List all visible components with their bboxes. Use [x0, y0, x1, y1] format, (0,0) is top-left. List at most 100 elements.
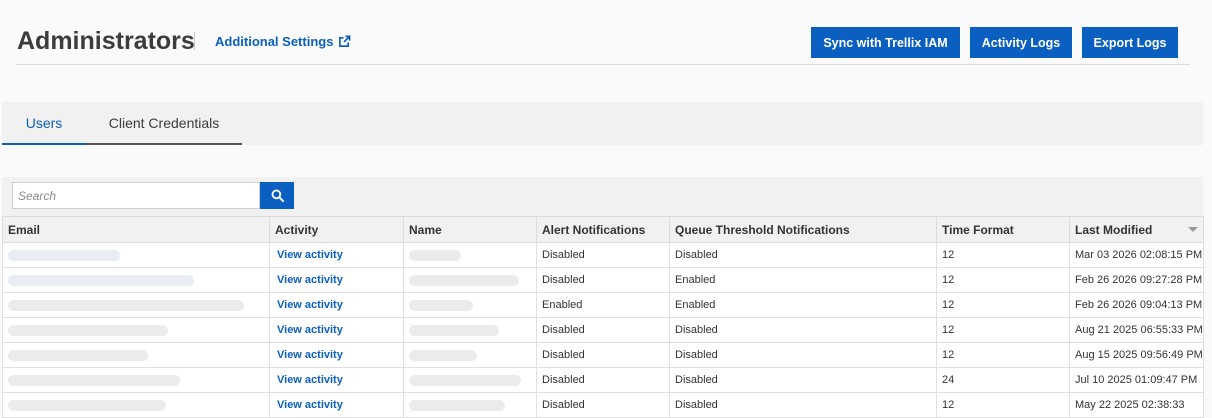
redacted-email: [8, 374, 180, 386]
external-link-icon: [339, 35, 351, 47]
activity-cell: View activity: [269, 267, 404, 293]
column-header-email[interactable]: Email: [2, 216, 270, 243]
email-cell[interactable]: [2, 367, 270, 393]
queue-cell: Disabled: [669, 342, 937, 368]
search-button[interactable]: [260, 182, 294, 209]
view-activity-link[interactable]: View activity: [277, 324, 343, 336]
table-row: View activity Disabled Disabled 12 May 2…: [2, 392, 1204, 418]
table-row: View activity Disabled Enabled 12 Feb 26…: [2, 267, 1204, 293]
column-header-alert-notifications[interactable]: Alert Notifications: [536, 216, 670, 243]
view-activity-link[interactable]: View activity: [277, 399, 343, 411]
redacted-email: [8, 249, 120, 261]
redacted-name: [409, 299, 473, 311]
activity-cell: View activity: [269, 292, 404, 318]
tab-bar: Users Client Credentials: [2, 102, 1203, 145]
queue-cell: Enabled: [669, 292, 937, 318]
alert-cell: Disabled: [536, 392, 670, 418]
table-row: View activity Disabled Disabled 12 Mar 0…: [2, 242, 1204, 268]
page-header: Administrators Additional Settings Sync …: [0, 0, 1212, 66]
table-row: View activity Disabled Disabled 24 Jul 1…: [2, 367, 1204, 393]
name-cell: [403, 292, 537, 318]
time-format-cell: 12: [936, 292, 1070, 318]
view-activity-link[interactable]: View activity: [277, 349, 343, 361]
redacted-email: [8, 299, 244, 311]
activity-cell: View activity: [269, 317, 404, 343]
name-cell: [403, 267, 537, 293]
queue-cell: Disabled: [669, 392, 937, 418]
tab-client-credentials[interactable]: Client Credentials: [86, 102, 242, 145]
title-divider: [194, 32, 195, 50]
last-modified-label: Last Modified: [1075, 222, 1153, 237]
table-row: View activity Enabled Enabled 12 Feb 26 …: [2, 292, 1204, 318]
redacted-email: [8, 274, 194, 286]
alert-cell: Disabled: [536, 242, 670, 268]
alert-cell: Disabled: [536, 267, 670, 293]
redacted-name: [409, 274, 519, 286]
email-cell[interactable]: [2, 267, 270, 293]
name-cell: [403, 317, 537, 343]
time-format-cell: 12: [936, 267, 1070, 293]
last-modified-cell: Aug 15 2025 09:56:49 PM: [1069, 342, 1204, 368]
activity-cell: View activity: [269, 242, 404, 268]
tab-users[interactable]: Users: [2, 102, 86, 145]
search-input[interactable]: [12, 182, 260, 209]
sort-down-icon: [1188, 227, 1198, 232]
activity-cell: View activity: [269, 392, 404, 418]
name-cell: [403, 242, 537, 268]
table-header-row: Email Activity Name Alert Notifications …: [2, 216, 1204, 243]
queue-cell: Disabled: [669, 242, 937, 268]
view-activity-link[interactable]: View activity: [277, 274, 343, 286]
redacted-email: [8, 399, 166, 411]
export-logs-button[interactable]: Export Logs: [1082, 27, 1178, 58]
column-header-time-format[interactable]: Time Format: [936, 216, 1070, 243]
additional-settings-label: Additional Settings: [215, 34, 334, 49]
time-format-cell: 12: [936, 242, 1070, 268]
last-modified-cell: Mar 03 2026 02:08:15 PM: [1069, 242, 1204, 268]
view-activity-link[interactable]: View activity: [277, 249, 343, 261]
time-format-cell: 24: [936, 367, 1070, 393]
redacted-name: [409, 249, 461, 261]
view-activity-link[interactable]: View activity: [277, 299, 343, 311]
redacted-name: [409, 399, 505, 411]
redacted-name: [409, 324, 499, 336]
redacted-name: [409, 349, 477, 361]
sync-iam-button[interactable]: Sync with Trellix IAM: [811, 27, 960, 58]
name-cell: [403, 367, 537, 393]
alert-cell: Enabled: [536, 292, 670, 318]
redacted-email: [8, 324, 168, 336]
activity-logs-button[interactable]: Activity Logs: [970, 27, 1072, 58]
last-modified-cell: Jul 10 2025 01:09:47 PM: [1069, 367, 1204, 393]
view-activity-link[interactable]: View activity: [277, 374, 343, 386]
alert-cell: Disabled: [536, 342, 670, 368]
email-cell[interactable]: [2, 392, 270, 418]
users-table-panel: Email Activity Name Alert Notifications …: [2, 177, 1204, 418]
column-header-queue-threshold[interactable]: Queue Threshold Notifications: [669, 216, 937, 243]
additional-settings-link[interactable]: Additional Settings: [215, 34, 351, 49]
activity-cell: View activity: [269, 342, 404, 368]
page-title: Administrators: [17, 27, 195, 55]
column-header-name[interactable]: Name: [403, 216, 537, 243]
table-row: View activity Disabled Disabled 12 Aug 2…: [2, 317, 1204, 343]
last-modified-cell: Feb 26 2026 09:04:13 PM: [1069, 292, 1204, 318]
redacted-name: [409, 374, 521, 386]
table-row: View activity Disabled Disabled 12 Aug 1…: [2, 342, 1204, 368]
email-cell[interactable]: [2, 292, 270, 318]
search-icon: [271, 189, 284, 202]
email-cell[interactable]: [2, 317, 270, 343]
queue-cell: Disabled: [669, 367, 937, 393]
column-header-activity[interactable]: Activity: [269, 216, 404, 243]
header-divider: [16, 64, 1190, 65]
last-modified-cell: Aug 21 2025 06:55:33 PM: [1069, 317, 1204, 343]
activity-cell: View activity: [269, 367, 404, 393]
email-cell[interactable]: [2, 242, 270, 268]
time-format-cell: 12: [936, 317, 1070, 343]
time-format-cell: 12: [936, 392, 1070, 418]
last-modified-cell: Feb 26 2026 09:27:28 PM: [1069, 267, 1204, 293]
email-cell[interactable]: [2, 342, 270, 368]
alert-cell: Disabled: [536, 367, 670, 393]
time-format-cell: 12: [936, 342, 1070, 368]
queue-cell: Enabled: [669, 267, 937, 293]
column-header-last-modified[interactable]: Last Modified: [1069, 216, 1204, 243]
name-cell: [403, 342, 537, 368]
last-modified-cell: May 22 2025 02:38:33: [1069, 392, 1204, 418]
